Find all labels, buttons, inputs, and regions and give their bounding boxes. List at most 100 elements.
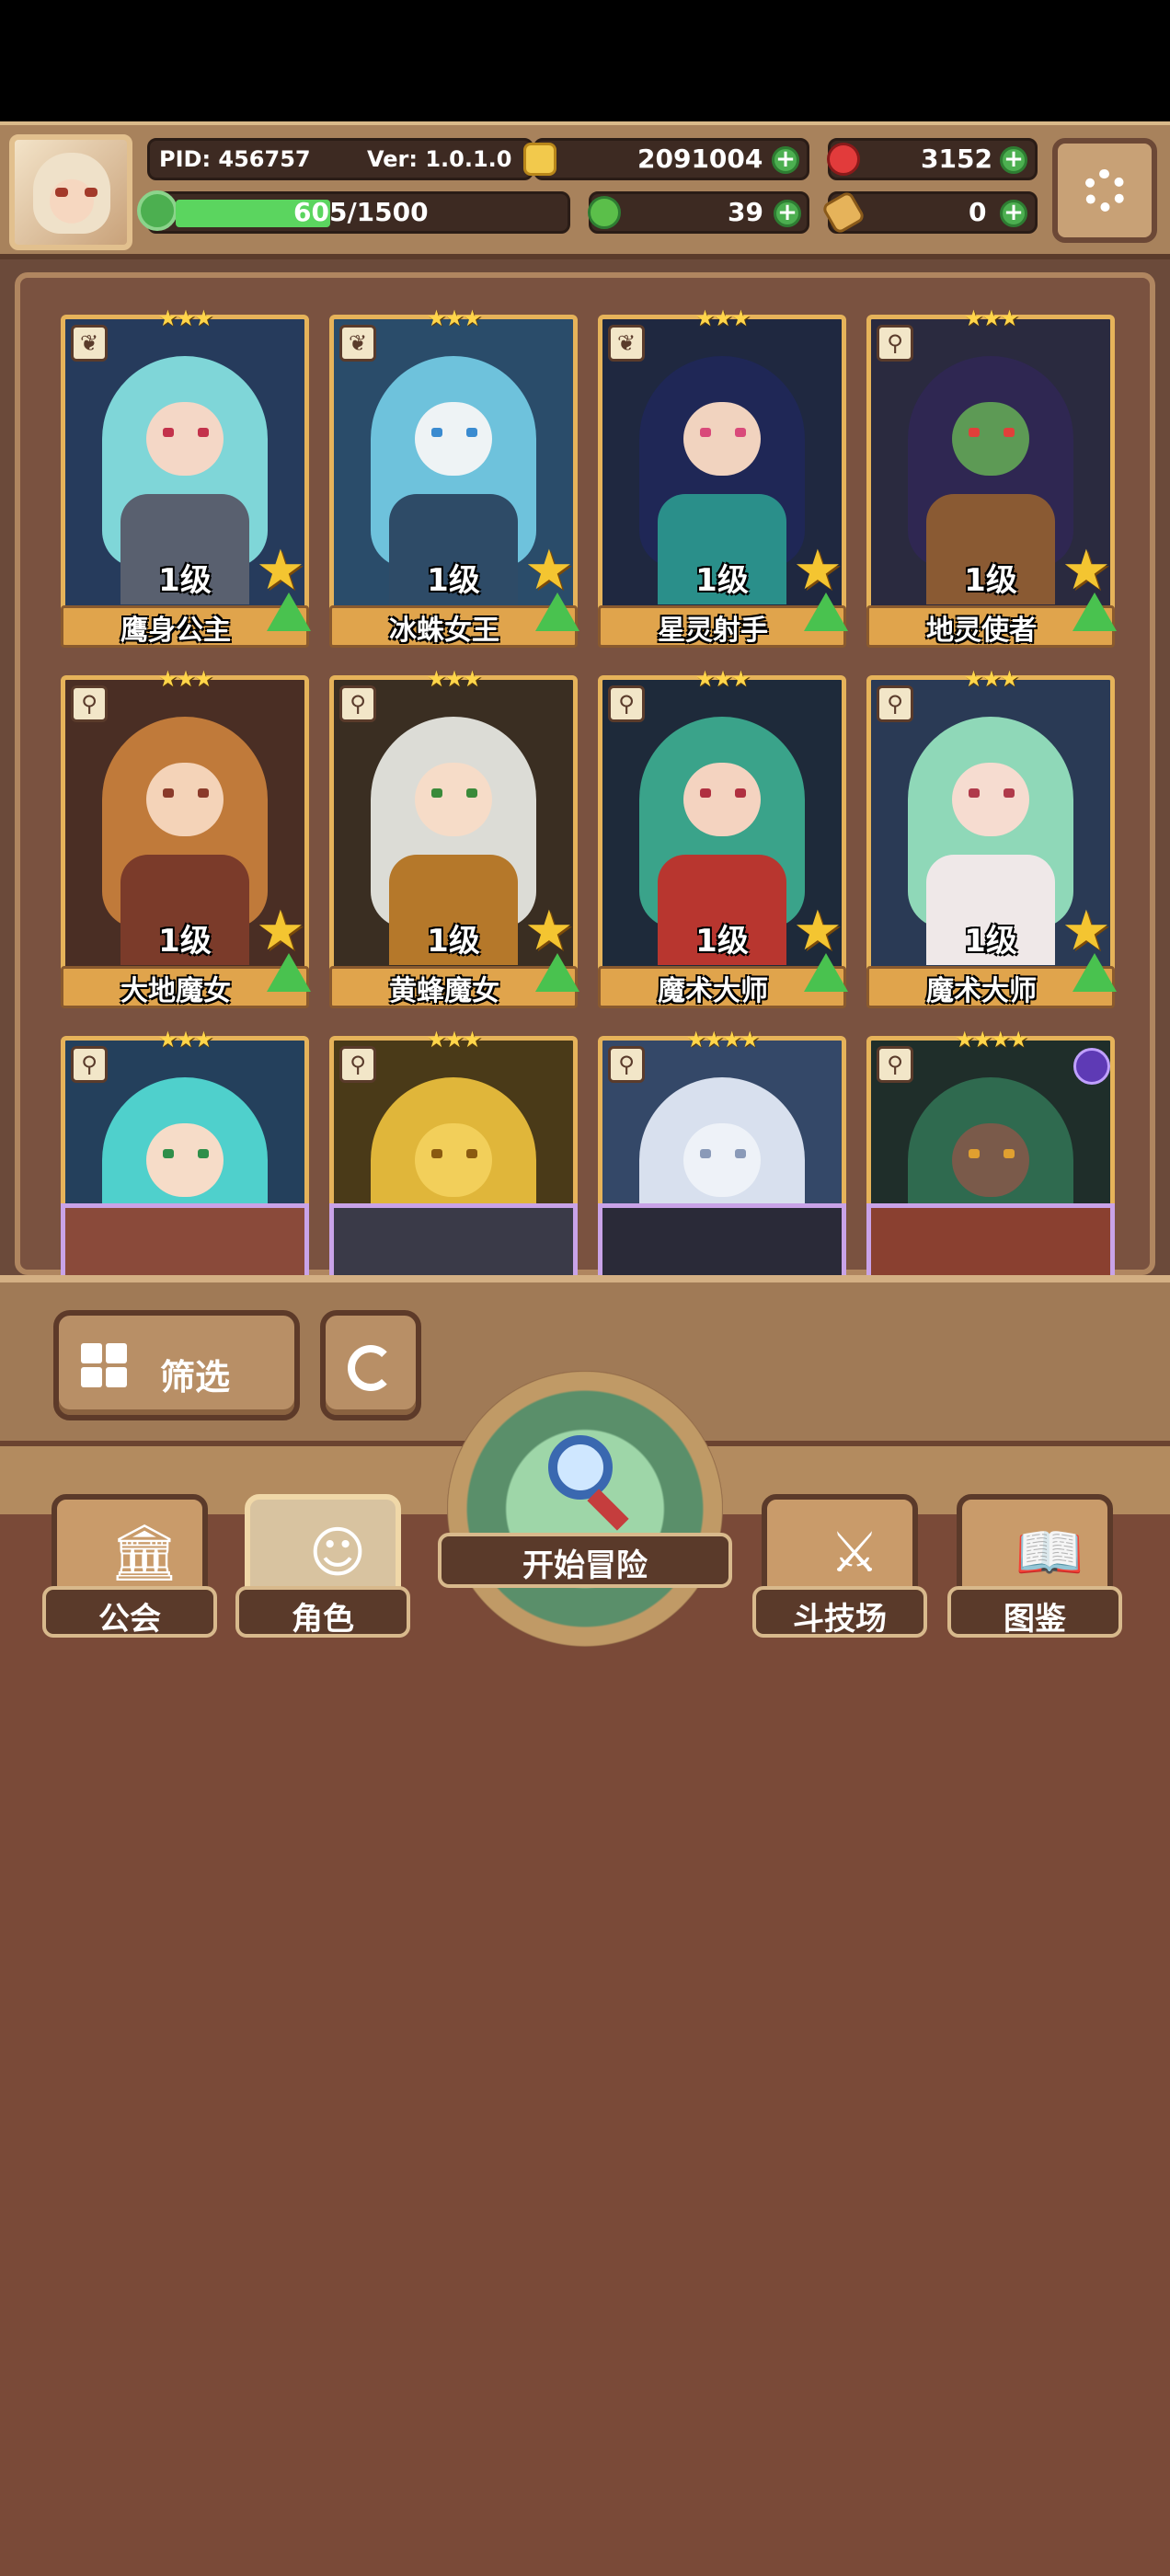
adventure-map-dome: [447, 1371, 723, 1647]
gold-coin-icon: [523, 143, 556, 176]
card-name: 黄蜂魔女: [389, 975, 499, 1007]
card-name: 魔术大师: [658, 975, 768, 1007]
portrait-eye: [735, 1149, 746, 1158]
player-id: PID: 456757: [159, 146, 311, 172]
star-upgrade-icon: ★: [524, 538, 574, 603]
portrait-eye: [969, 1149, 980, 1158]
card-name: 星灵射手: [658, 615, 768, 647]
gold-amount: 2091004: [637, 144, 763, 174]
character-card-partial[interactable]: [329, 1203, 578, 1279]
level-up-arrow-icon: [1072, 592, 1117, 631]
portrait-eye: [1004, 1149, 1015, 1158]
portrait-face: [683, 763, 761, 836]
portrait-eye: [431, 1149, 442, 1158]
grid-icon: [81, 1343, 127, 1387]
portrait-eye: [969, 428, 980, 437]
portrait-eye: [1004, 428, 1015, 437]
portrait-eye: [198, 428, 209, 437]
ticket-bar: 0 +: [820, 190, 1038, 236]
card-name: 鹰身公主: [120, 615, 231, 647]
rarity-stars: ★★★: [157, 1027, 214, 1052]
status-bar-area: [0, 0, 1170, 121]
character-card[interactable]: ❦ 1级 ★★★ ★ 星灵射手: [598, 305, 848, 657]
next-row-partial: [15, 1196, 1155, 1279]
rarity-stars: ★★★: [963, 666, 1020, 692]
portrait-face: [952, 763, 1029, 836]
start-adventure-button[interactable]: 开始冒险: [438, 1371, 732, 1647]
portrait-eye: [431, 428, 442, 437]
rarity-stars: ★★★: [157, 305, 214, 331]
xp-icon: [137, 190, 178, 231]
nav-character-button[interactable]: ☺ 角色: [235, 1494, 410, 1650]
nav-codex-label: 图鉴: [1004, 1601, 1066, 1638]
avatar-eye: [55, 188, 68, 197]
portrait-eye: [700, 1149, 711, 1158]
book-icon: 📖: [1015, 1521, 1084, 1585]
element-orb-icon: [1073, 1048, 1110, 1085]
star-upgrade-icon: ★: [256, 899, 305, 963]
start-adventure-label: 开始冒险: [522, 1547, 648, 1584]
nav-arena-button[interactable]: ⚔ 斗技场: [752, 1494, 927, 1650]
clover-bar: 39 +: [588, 191, 809, 234]
portrait-face: [952, 402, 1029, 476]
character-card[interactable]: ⚲ 1级 ★★★ ★ 地灵使者: [866, 305, 1117, 657]
character-card[interactable]: ⚲ 1级 ★★★ ★ 黄蜂魔女: [329, 666, 579, 1018]
portrait-face: [146, 1123, 224, 1197]
nav-arena-label: 斗技场: [793, 1601, 887, 1638]
add-ticket-button[interactable]: +: [1000, 200, 1027, 227]
level-up-arrow-icon: [1072, 953, 1117, 992]
character-card-partial[interactable]: [61, 1203, 309, 1279]
portrait-eye: [198, 788, 209, 798]
star-upgrade-icon: ★: [256, 538, 305, 603]
refresh-button[interactable]: [320, 1310, 421, 1420]
ticket-icon: [820, 190, 866, 236]
add-clover-button[interactable]: +: [774, 200, 801, 227]
add-gold-button[interactable]: +: [772, 146, 799, 174]
xp-text: 605/1500: [293, 197, 429, 227]
magnifier-icon: [548, 1435, 613, 1500]
level-up-arrow-icon: [535, 592, 579, 631]
filter-button[interactable]: 筛选: [53, 1310, 300, 1420]
level-up-arrow-icon: [267, 953, 311, 992]
portrait-eye: [466, 1149, 477, 1158]
character-card[interactable]: ⚲ 1级 ★★★ ★ 魔术大师: [598, 666, 848, 1018]
card-name: 地灵使者: [926, 615, 1037, 647]
rarity-stars: ★★★★: [954, 1027, 1028, 1052]
gear-icon-center: [1098, 184, 1111, 197]
settings-button[interactable]: [1052, 138, 1157, 243]
nav-codex-button[interactable]: 📖 图鉴: [947, 1494, 1122, 1650]
star-upgrade-icon: ★: [1061, 899, 1111, 963]
star-upgrade-icon: ★: [1061, 538, 1111, 603]
gold-bar: 2091004 +: [523, 138, 809, 180]
character-card-partial[interactable]: [866, 1203, 1115, 1279]
portrait-eye: [466, 428, 477, 437]
card-name: 魔术大师: [926, 975, 1037, 1007]
portrait-eye: [466, 788, 477, 798]
rarity-stars: ★★★: [426, 1027, 483, 1052]
portrait-eye: [735, 428, 746, 437]
rarity-stars: ★★★★: [685, 1027, 760, 1052]
nav-guild-button[interactable]: 🏛 公会: [42, 1494, 217, 1650]
add-gems-button[interactable]: +: [1000, 146, 1027, 174]
xp-bar: 605/1500: [137, 190, 570, 234]
crossed-swords-icon: ⚔: [830, 1521, 879, 1585]
player-avatar[interactable]: [9, 134, 132, 250]
character-card[interactable]: ❦ 1级 ★★★ ★ 鹰身公主: [61, 305, 311, 657]
character-icon: ☺: [308, 1521, 367, 1585]
rarity-stars: ★★★: [694, 305, 751, 331]
level-up-arrow-icon: [804, 592, 848, 631]
portrait-eye: [700, 788, 711, 798]
character-card[interactable]: ❦ 1级 ★★★ ★ 冰蛛女王: [329, 305, 579, 657]
card-name: 冰蛛女王: [389, 615, 499, 647]
portrait-eye: [163, 428, 174, 437]
character-card-partial[interactable]: [598, 1203, 846, 1279]
character-card[interactable]: ⚲ 1级 ★★★ ★ 大地魔女: [61, 666, 311, 1018]
rarity-stars: ★★★: [963, 305, 1020, 331]
portrait-face: [683, 402, 761, 476]
portrait-eye: [735, 788, 746, 798]
nav-guild-label: 公会: [98, 1601, 161, 1638]
portrait-eye: [969, 788, 980, 798]
portrait-face: [415, 1123, 492, 1197]
character-card[interactable]: ⚲ 1级 ★★★ ★ 魔术大师: [866, 666, 1117, 1018]
guild-building-icon: 🏛: [109, 1521, 180, 1585]
